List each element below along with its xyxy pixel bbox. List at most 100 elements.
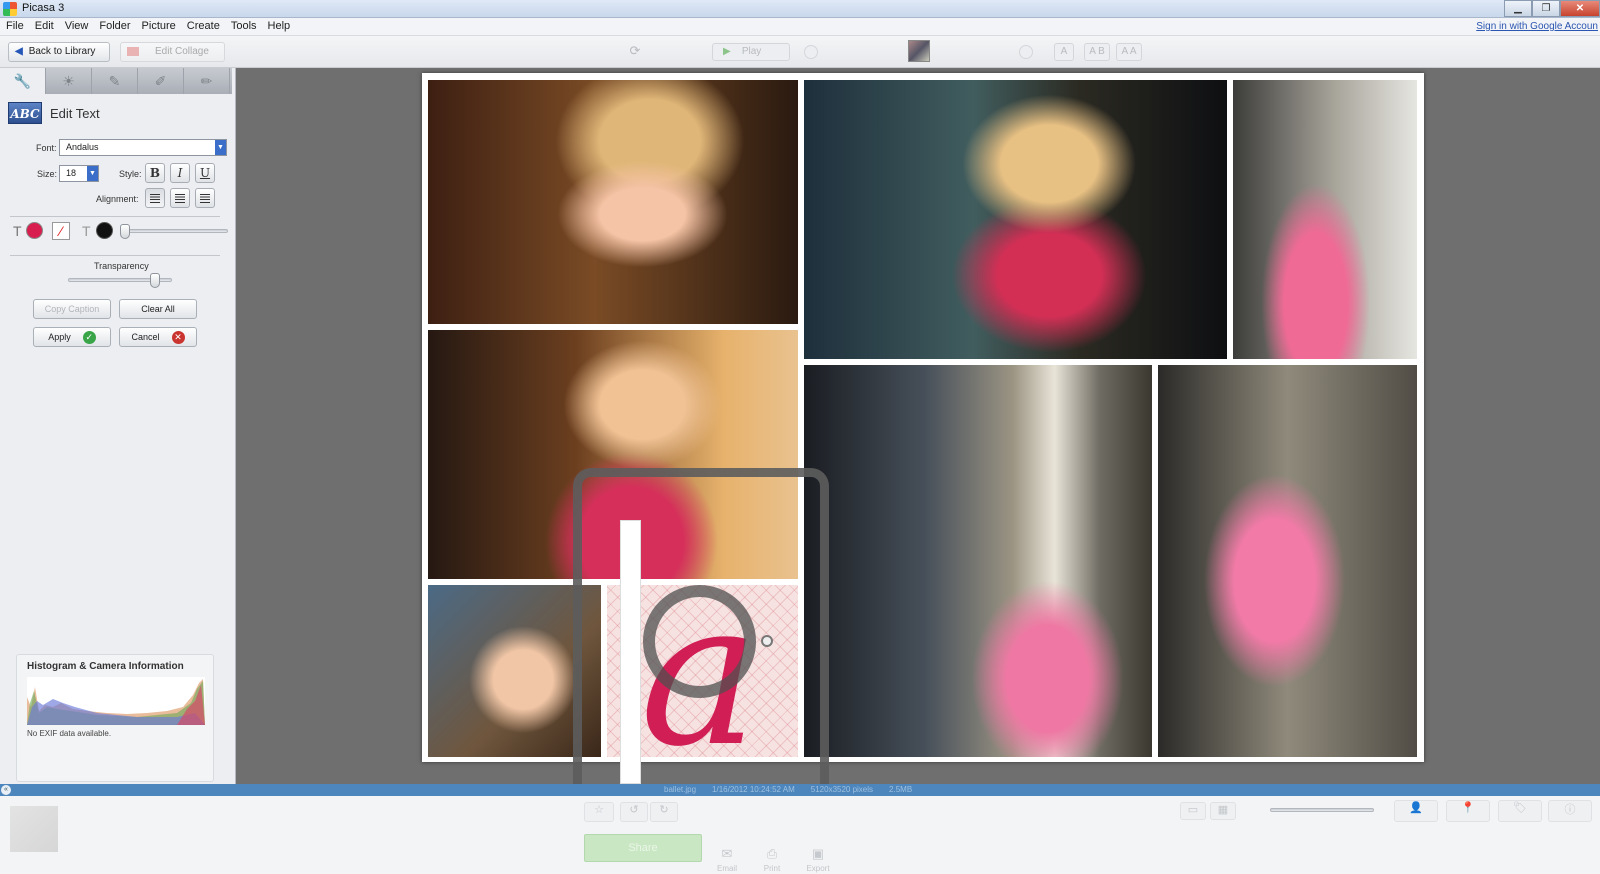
- histogram-panel: Histogram & Camera Information No EXIF d…: [16, 654, 214, 782]
- size-select[interactable]: 18 ▼: [59, 165, 99, 182]
- rotate-right-icon[interactable]: ↻: [650, 802, 678, 822]
- print-label: Print: [763, 864, 781, 873]
- location-icon[interactable]: 📍: [1446, 800, 1490, 822]
- italic-button[interactable]: I: [170, 163, 190, 183]
- collage-photo-1[interactable]: [428, 80, 798, 324]
- menu-view[interactable]: View: [65, 20, 89, 32]
- menu-folder[interactable]: Folder: [99, 20, 130, 32]
- tab-effects-2[interactable]: ✐: [138, 68, 184, 94]
- align-right-button[interactable]: [195, 188, 215, 208]
- email-button[interactable]: ✉ Email: [707, 846, 747, 873]
- color-row: T ⁄ T: [12, 221, 228, 243]
- apply-button[interactable]: Apply ✓: [33, 327, 111, 347]
- print-icon: ⎙: [766, 846, 778, 861]
- close-button[interactable]: ✕: [1560, 0, 1600, 17]
- export-button[interactable]: ▣ Export: [798, 846, 838, 873]
- play-button[interactable]: ▶ Play: [712, 43, 790, 61]
- font-select[interactable]: Andalus ▼: [59, 139, 227, 156]
- sun-icon: ☀: [62, 73, 75, 89]
- caption-a-button[interactable]: A: [1054, 43, 1074, 61]
- toolbar: ◀ Back to Library Edit Collage ⟳ ▶ Play A…: [0, 36, 1600, 68]
- histogram-graph: [27, 677, 205, 725]
- restore-button[interactable]: ❐: [1532, 0, 1560, 17]
- align-center-button[interactable]: [170, 188, 190, 208]
- print-button[interactable]: ⎙ Print: [752, 846, 792, 873]
- style-label: Style:: [119, 169, 142, 179]
- collage-photo-5[interactable]: [804, 365, 1152, 757]
- brush-2-icon: ✐: [154, 73, 167, 89]
- menu-edit[interactable]: Edit: [35, 20, 54, 32]
- prev-icon[interactable]: [804, 45, 818, 59]
- copy-caption-button[interactable]: Copy Caption: [33, 299, 111, 319]
- title-bar: Picasa 3 ▁ ❐ ✕: [0, 0, 1600, 18]
- email-label: Email: [716, 864, 737, 873]
- tab-effects-1[interactable]: ✎: [92, 68, 138, 94]
- transparency-slider-thumb[interactable]: [149, 273, 160, 288]
- menu-file[interactable]: File: [6, 20, 24, 32]
- collapse-icon[interactable]: «: [1, 785, 11, 795]
- menu-help[interactable]: Help: [268, 20, 291, 32]
- outline-width-slider-thumb[interactable]: [120, 224, 130, 239]
- menu-create[interactable]: Create: [187, 20, 220, 32]
- caption-aa-button[interactable]: A A: [1116, 43, 1142, 61]
- people-icon[interactable]: 👤: [1394, 800, 1438, 822]
- tray-thumbnail[interactable]: [10, 806, 58, 852]
- rotate-handle-icon[interactable]: [761, 635, 773, 647]
- collage-photo-2[interactable]: [804, 80, 1227, 359]
- tab-effects-3[interactable]: ✏: [184, 68, 230, 94]
- align-left-button[interactable]: [145, 188, 165, 208]
- minimize-button[interactable]: ▁: [1504, 0, 1532, 17]
- chevron-down-icon: ▼: [215, 140, 226, 155]
- status-bar: « ballet.jpg 1/16/2012 10:24:52 AM 5120x…: [0, 784, 1600, 796]
- status-filename: ballet.jpg: [664, 785, 697, 794]
- collage-photo-3[interactable]: [1233, 80, 1417, 359]
- next-icon[interactable]: [1019, 45, 1033, 59]
- window-title: Picasa 3: [22, 2, 65, 14]
- outline-t-icon: T: [82, 223, 91, 239]
- clear-all-button[interactable]: Clear All: [119, 299, 197, 319]
- rotate-left-icon[interactable]: ↺: [620, 802, 648, 822]
- divider: [10, 216, 220, 217]
- info-icon[interactable]: ⓘ: [1548, 800, 1592, 822]
- sign-in-link[interactable]: Sign in with Google Accoun: [1476, 21, 1598, 32]
- status-size: 2.5MB: [889, 785, 913, 794]
- share-button[interactable]: Share: [584, 834, 702, 862]
- current-photo-thumbnail[interactable]: [908, 40, 930, 62]
- exif-note: No EXIF data available.: [27, 729, 112, 738]
- brush-3-icon: ✏: [200, 73, 213, 89]
- cancel-button[interactable]: Cancel ✕: [119, 327, 197, 347]
- caption-ab-button[interactable]: A B: [1084, 43, 1110, 61]
- back-arrow-icon: ◀: [15, 46, 23, 57]
- tab-tuning[interactable]: ☀: [46, 68, 92, 94]
- outline-color-swatch[interactable]: [96, 222, 113, 239]
- underline-button[interactable]: U: [195, 163, 215, 183]
- outline-width-slider-track[interactable]: [120, 229, 228, 233]
- view-grid-icon[interactable]: ▦: [1210, 802, 1236, 820]
- collage-icon: [127, 46, 139, 56]
- rotate-ring[interactable]: [643, 585, 756, 698]
- back-to-library-button[interactable]: ◀ Back to Library: [8, 42, 110, 62]
- align-center-icon: [175, 194, 185, 203]
- check-icon: ✓: [82, 331, 96, 345]
- menu-picture[interactable]: Picture: [142, 20, 176, 32]
- collage-photo-6[interactable]: [1158, 365, 1417, 757]
- transparency-label: Transparency: [94, 261, 149, 271]
- bold-button[interactable]: B: [145, 163, 165, 183]
- edit-collage-button[interactable]: Edit Collage: [120, 42, 225, 62]
- view-single-icon[interactable]: ▭: [1180, 802, 1206, 820]
- status-dimensions: 5120x3520 pixels: [810, 785, 874, 794]
- star-icon[interactable]: ☆: [584, 802, 614, 822]
- tag-icon[interactable]: 🏷: [1498, 800, 1542, 822]
- zoom-slider-track[interactable]: [1270, 808, 1374, 812]
- apply-label: Apply: [48, 332, 71, 342]
- email-icon: ✉: [721, 846, 733, 861]
- status-date: 1/16/2012 10:24:52 AM: [712, 785, 795, 794]
- text-color-swatch[interactable]: [26, 222, 43, 239]
- size-value: 18: [66, 168, 77, 178]
- slideshow-icon[interactable]: ⟳: [623, 43, 647, 61]
- tab-basic-fixes[interactable]: 🔧: [0, 68, 46, 94]
- no-fill-icon[interactable]: ⁄: [52, 222, 70, 240]
- align-right-icon: [200, 194, 210, 203]
- menu-tools[interactable]: Tools: [231, 20, 257, 32]
- wrench-icon: 🔧: [13, 73, 32, 89]
